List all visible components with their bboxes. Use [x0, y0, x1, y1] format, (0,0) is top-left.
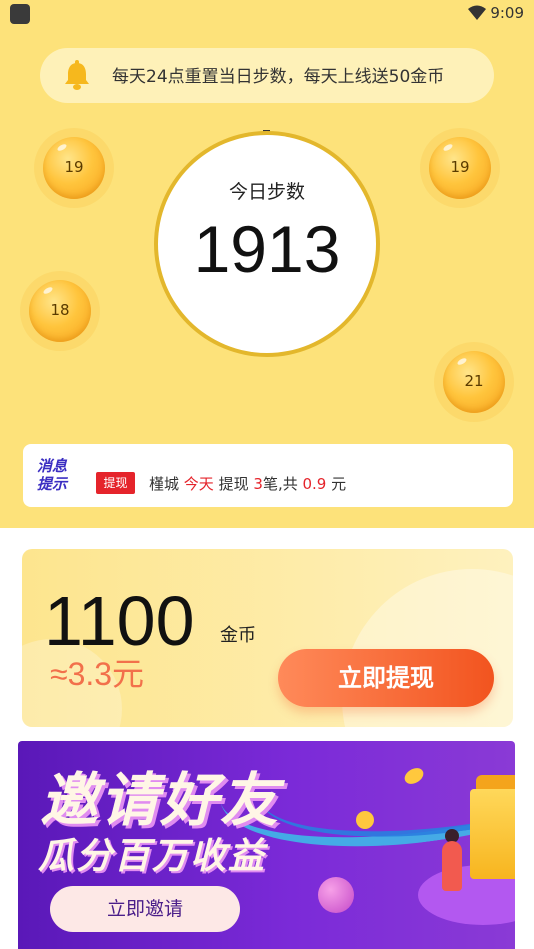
invite-banner[interactable]: 邀请好友 瓜分百万收益 立即邀请 [18, 741, 515, 949]
coin-bubble[interactable]: 18 [20, 271, 100, 351]
coin-shine [442, 142, 454, 153]
balance-card: 1100 金币 ≈3.3元 立即提现 [22, 549, 513, 727]
invite-button[interactable]: 立即邀请 [50, 886, 240, 932]
message-today: 今天 [183, 475, 214, 493]
message-line: 槿城 今天 提现 3笔,共 0.9 元 [149, 473, 346, 494]
coin-shine [42, 285, 54, 296]
coin-icon: 18 [29, 280, 91, 342]
steps-label: 今日步数 [228, 181, 305, 203]
wifi-icon [468, 5, 486, 20]
bell-icon [65, 60, 89, 90]
message-amount: 0.9 [302, 475, 327, 493]
coin-value: 19 [450, 158, 470, 176]
withdraw-button[interactable]: 立即提现 [278, 649, 494, 707]
message-user: 槿城 [149, 475, 180, 493]
coin-bubble[interactable]: 21 [434, 342, 514, 422]
steps-ring: 今日步数 1913 [154, 131, 380, 357]
invite-title: 邀请好友 [40, 766, 281, 834]
status-bar: 9:09 [0, 0, 534, 28]
status-time: 9:09 [490, 4, 524, 22]
app-notification-icon [10, 4, 30, 24]
message-ticker: 消息 提示 提现 槿城 今天 提现 3笔,共 0.9 元 [23, 444, 513, 507]
coin-shine [56, 142, 68, 153]
coin-bubble[interactable]: 19 [34, 128, 114, 208]
message-count: 3 [253, 475, 263, 493]
coin-value: 19 [64, 158, 84, 176]
steps-circle: 今日步数 1913 [158, 135, 376, 353]
coin-bubble[interactable]: 19 [420, 128, 500, 208]
coin-value: 18 [50, 301, 70, 319]
invite-subtitle: 瓜分百万收益 [38, 836, 267, 877]
message-currency: 元 [331, 475, 347, 493]
bubble-decoration [318, 877, 354, 913]
coin-icon [356, 811, 374, 829]
coin-icon: 19 [43, 137, 105, 199]
coin-icon: 21 [443, 351, 505, 413]
message-title-line1: 消息 [37, 457, 68, 475]
top-area: 9:09 每天24点重置当日步数，每天上线送50金币 19 19 18 21 今… [0, 0, 534, 528]
message-count-unit: 笔,共 [262, 475, 298, 493]
withdraw-tag: 提现 [96, 472, 135, 494]
gift-box-illustration [470, 789, 515, 879]
steps-value: 1913 [193, 212, 341, 286]
person-illustration [442, 841, 462, 891]
coin-unit: 金币 [220, 625, 256, 646]
coin-value: 21 [464, 372, 484, 390]
notice-text: 每天24点重置当日步数，每天上线送50金币 [112, 67, 445, 87]
message-title: 消息 提示 [37, 457, 77, 493]
notice-banner: 每天24点重置当日步数，每天上线送50金币 [40, 48, 494, 103]
message-title-line2: 提示 [37, 475, 68, 493]
coin-shine [456, 356, 468, 367]
coin-icon: 19 [429, 137, 491, 199]
cash-equivalent: ≈3.3元 [50, 656, 145, 692]
message-action: 提现 [218, 475, 249, 493]
